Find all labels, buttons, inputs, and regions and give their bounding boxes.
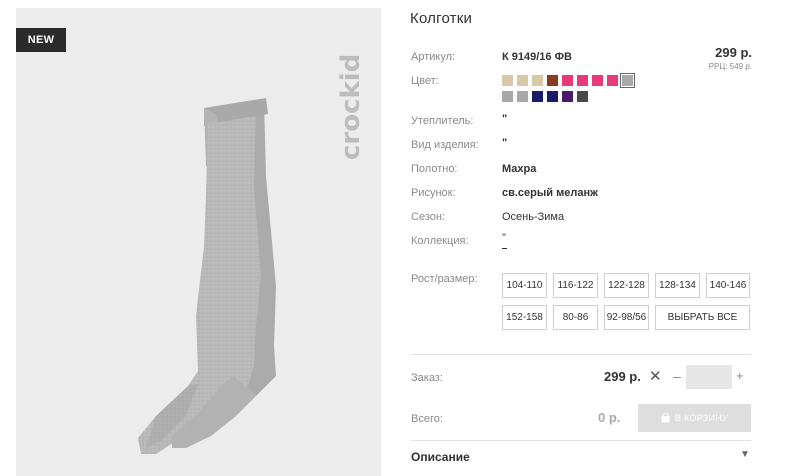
- pattern-label: Рисунок:: [411, 187, 456, 199]
- collection-label: Коллекция:: [411, 235, 469, 247]
- color-swatch[interactable]: [547, 75, 558, 86]
- color-swatch[interactable]: [562, 75, 573, 86]
- article-value: К 9149/16 ФВ: [502, 51, 572, 63]
- size-option-80-86[interactable]: 80-86: [553, 305, 598, 330]
- rrp-price: РРЦ: 549 р.: [708, 62, 752, 71]
- quantity-input[interactable]: [686, 365, 732, 389]
- fabric-value: Махра: [502, 163, 537, 175]
- season-value: Осень-Зима: [502, 211, 565, 223]
- color-swatch[interactable]: [620, 73, 635, 88]
- size-label: Рост/размер:: [411, 273, 478, 285]
- collection-underline: [502, 247, 507, 249]
- color-swatch[interactable]: [517, 91, 528, 102]
- tights-image: [138, 98, 276, 454]
- brand-logo-text: crockid: [339, 54, 366, 160]
- total-label: Всего:: [411, 413, 443, 425]
- remove-order-icon[interactable]: ✕: [649, 367, 662, 385]
- article-label: Артикул:: [411, 51, 456, 63]
- color-swatch[interactable]: [562, 91, 573, 102]
- size-option-152-158[interactable]: 152-158: [502, 305, 547, 330]
- size-option-116-122[interactable]: 116-122: [553, 273, 598, 298]
- color-swatch[interactable]: [592, 75, 603, 86]
- color-swatch[interactable]: [532, 75, 543, 86]
- order-divider: [411, 354, 751, 355]
- order-price: 299 р.: [604, 369, 641, 384]
- color-swatch[interactable]: [532, 91, 543, 102]
- new-badge: NEW: [16, 28, 66, 52]
- order-label: Заказ:: [411, 372, 443, 384]
- color-swatch[interactable]: [577, 91, 588, 102]
- color-swatch[interactable]: [607, 75, 618, 86]
- color-swatch[interactable]: [517, 75, 528, 86]
- insulation-label: Утеплитель:: [411, 115, 474, 127]
- total-value: 0 р.: [598, 410, 621, 425]
- size-option-122-128[interactable]: 122-128: [604, 273, 649, 298]
- season-label: Сезон:: [411, 211, 445, 223]
- color-swatch[interactable]: [502, 91, 513, 102]
- size-option-92-98-56[interactable]: 92-98/56: [604, 305, 649, 330]
- pattern-value: св.серый меланж: [502, 187, 598, 199]
- product-price: 299 р.: [715, 45, 752, 60]
- insulation-value: ": [502, 113, 508, 125]
- kind-value: ": [502, 137, 508, 149]
- quantity-decrease-button[interactable]: –: [673, 368, 681, 384]
- color-swatch[interactable]: [502, 75, 513, 86]
- add-to-cart-label: В КОРЗИНУ: [674, 413, 729, 423]
- size-option-140-146[interactable]: 140-146: [706, 273, 750, 298]
- size-option-104-110[interactable]: 104-110: [502, 273, 547, 298]
- product-image-panel: NEW crockid: [16, 8, 381, 476]
- product-title: Колготки: [410, 10, 473, 27]
- color-label: Цвет:: [411, 75, 439, 87]
- brand-logo: crockid: [339, 54, 366, 160]
- color-swatch[interactable]: [577, 75, 588, 86]
- description-divider: [411, 440, 751, 441]
- fabric-label: Полотно:: [411, 163, 458, 175]
- select-all-sizes-button[interactable]: ВЫБРАТЬ ВСЕ: [655, 305, 750, 330]
- add-to-cart-button[interactable]: В КОРЗИНУ: [638, 404, 751, 432]
- color-swatch[interactable]: [547, 91, 558, 102]
- size-option-128-134[interactable]: 128-134: [655, 273, 700, 298]
- description-title[interactable]: Описание: [411, 450, 470, 464]
- cart-bag-icon: [661, 413, 670, 423]
- description-expand-icon[interactable]: ▼: [740, 449, 750, 460]
- quantity-increase-button[interactable]: +: [736, 368, 744, 383]
- collection-value: ": [502, 233, 507, 253]
- collection-value-text: ": [502, 232, 506, 244]
- kind-label: Вид изделия:: [411, 139, 479, 151]
